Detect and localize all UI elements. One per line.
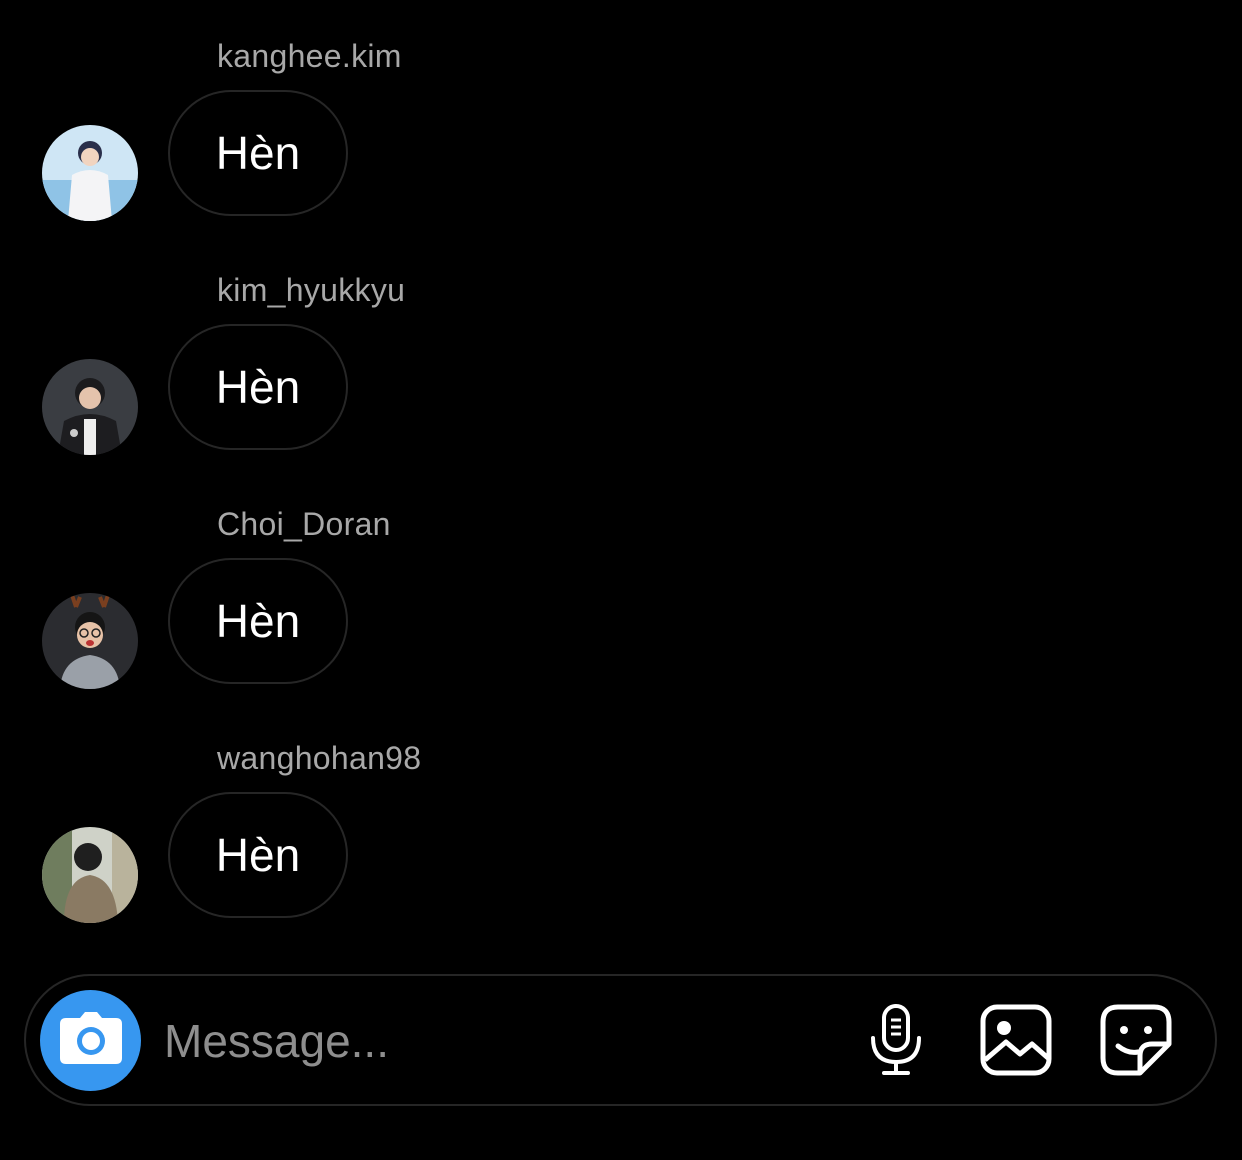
message-bubble[interactable]: Hèn xyxy=(168,558,348,684)
message-bubble[interactable]: Hèn xyxy=(168,324,348,450)
gallery-icon xyxy=(980,1004,1052,1081)
sticker-button[interactable] xyxy=(1098,1004,1174,1080)
message-text: Hèn xyxy=(215,361,301,413)
message-text: Hèn xyxy=(215,829,301,881)
message-composer xyxy=(24,974,1217,1106)
message-bubble[interactable]: Hèn xyxy=(168,792,348,918)
avatar[interactable] xyxy=(42,593,138,689)
voice-message-button[interactable] xyxy=(858,1003,934,1081)
microphone-icon xyxy=(868,1003,924,1081)
sender-username[interactable]: Choi_Doran xyxy=(217,504,391,544)
message-text: Hèn xyxy=(215,595,301,647)
sender-username[interactable]: kim_hyukkyu xyxy=(217,270,405,310)
message-row: kim_hyukkyu Hèn xyxy=(0,234,1242,468)
message-row: Choi_Doran Hèn xyxy=(0,468,1242,702)
sender-username[interactable]: wanghohan98 xyxy=(217,738,421,778)
message-row: wanghohan98 Hèn xyxy=(0,702,1242,936)
message-text: Hèn xyxy=(215,127,301,179)
message-row: kanghee.kim Hèn xyxy=(0,0,1242,234)
avatar[interactable] xyxy=(42,827,138,923)
sticker-icon xyxy=(1100,1004,1172,1081)
gallery-button[interactable] xyxy=(978,1004,1054,1080)
avatar[interactable] xyxy=(42,359,138,455)
sender-username[interactable]: kanghee.kim xyxy=(217,36,402,76)
message-bubble[interactable]: Hèn xyxy=(168,90,348,216)
chat-screen: kanghee.kim Hèn kim_hyukkyu Hèn Choi_Dor… xyxy=(0,0,1242,1160)
camera-icon xyxy=(59,1012,122,1069)
message-input[interactable] xyxy=(164,1006,824,1076)
camera-button[interactable] xyxy=(40,990,141,1091)
avatar[interactable] xyxy=(42,125,138,221)
